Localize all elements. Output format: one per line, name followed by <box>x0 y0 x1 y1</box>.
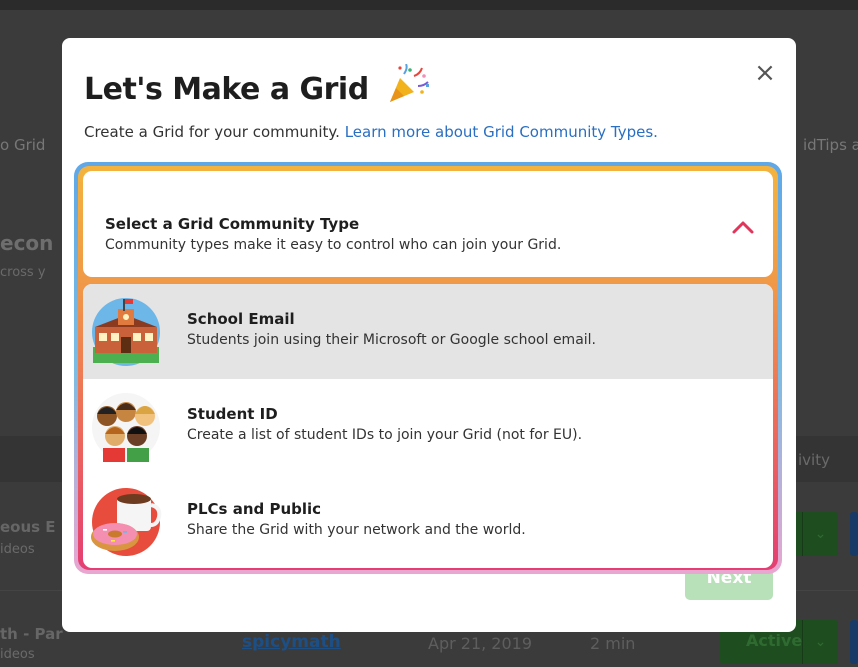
option-plcs-and-public[interactable]: PLCs and Public Share the Grid with your… <box>83 474 773 568</box>
chevron-up-icon[interactable] <box>731 219 755 235</box>
background-author-link: spicymath <box>242 632 341 652</box>
party-popper-icon <box>390 64 429 102</box>
school-building-icon <box>92 298 160 366</box>
background-tab-left: o Grid <box>0 136 46 154</box>
students-group-icon <box>92 393 160 462</box>
background-date: Apr 21, 2019 <box>428 634 533 653</box>
dropdown-title: Select a Grid Community Type <box>105 215 360 233</box>
background-status-label: Active <box>746 631 803 650</box>
background-row-sub: ideos <box>0 647 35 662</box>
modal-subtitle: Create a Grid for your community. Learn … <box>84 123 658 141</box>
background-action-button <box>850 512 858 556</box>
background-row-sub: ideos <box>0 542 35 557</box>
learn-more-link[interactable]: Learn more about Grid Community Types. <box>345 123 658 141</box>
option-school-email[interactable]: School Email Students join using their M… <box>83 284 773 379</box>
dropdown-description: Community types make it easy to control … <box>105 237 562 253</box>
option-description: Create a list of student IDs to join you… <box>187 427 583 443</box>
background-table-header-text: ivity <box>798 451 830 469</box>
modal-title: Let's Make a Grid <box>84 72 369 107</box>
close-button[interactable]: × <box>752 60 778 86</box>
option-title: School Email <box>187 310 295 328</box>
background-row-title: eous E <box>0 518 56 536</box>
option-student-id[interactable]: Student ID Create a list of student IDs … <box>83 379 773 474</box>
chevron-down-icon: ⌄ <box>802 512 838 556</box>
background-tab-right: idTips a <box>803 136 858 154</box>
background-action-button <box>850 620 858 664</box>
chevron-down-icon: ⌄ <box>802 620 838 664</box>
background-row-title: th - Par <box>0 625 63 643</box>
coffee-donut-icon <box>91 488 162 556</box>
background-duration: 2 min <box>590 634 636 653</box>
option-title: Student ID <box>187 405 278 423</box>
background-topbar <box>0 0 858 10</box>
option-description: Share the Grid with your network and the… <box>187 522 526 538</box>
background-section-heading: econ <box>0 231 54 255</box>
community-type-options: School Email Students join using their M… <box>83 284 773 568</box>
modal-subtitle-text: Create a Grid for your community. <box>84 123 340 141</box>
option-title: PLCs and Public <box>187 500 322 518</box>
background-section-sub: cross y <box>0 265 46 280</box>
community-type-dropdown-header[interactable]: Select a Grid Community Type Community t… <box>83 171 773 277</box>
community-type-dropdown: Select a Grid Community Type Community t… <box>74 162 782 574</box>
option-description: Students join using their Microsoft or G… <box>187 332 597 348</box>
community-type-dropdown-border: Select a Grid Community Type Community t… <box>78 166 778 570</box>
